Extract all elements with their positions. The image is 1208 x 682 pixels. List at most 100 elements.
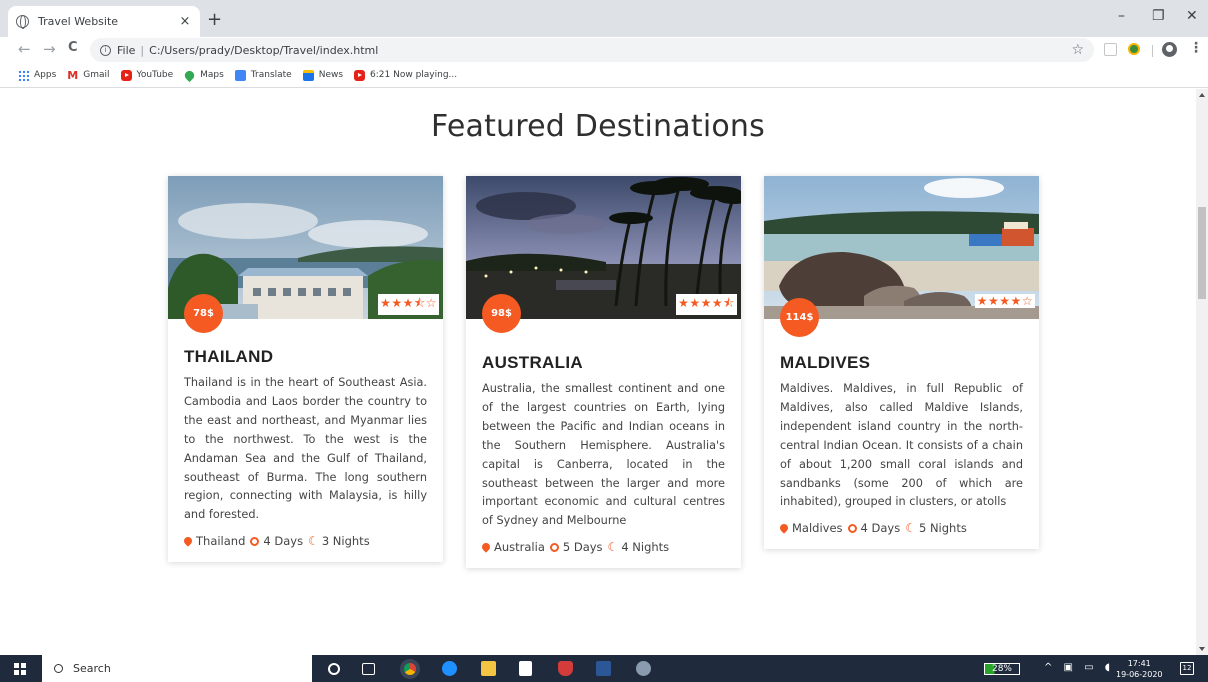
map-pin-icon <box>182 535 194 547</box>
bookmarks-bar: Apps M Gmail YouTube Maps Translate News … <box>0 63 1208 88</box>
browser-toolbar: ← → C i File | C:/Users/prady/Desktop/Tr… <box>0 37 1208 63</box>
word-icon[interactable] <box>596 661 611 676</box>
sun-icon <box>847 523 857 533</box>
toolbar-divider <box>1152 45 1153 57</box>
youtube-icon <box>120 69 132 81</box>
taskbar-clock[interactable]: 17:41 19-06-2020 <box>1116 658 1163 680</box>
clock-date: 19-06-2020 <box>1116 670 1163 679</box>
destination-description: Australia, the smallest continent and on… <box>482 382 725 528</box>
destination-card-thailand[interactable]: 78$ ★★★⯪☆ THAILAND Thailand is in the he… <box>168 176 443 563</box>
windows-taskbar: Search 28% ^ ▣ ▭ ◖ 17:41 19-06-2020 12 <box>0 655 1208 682</box>
bookmark-label: Maps <box>200 70 224 80</box>
nights-label: 3 Nights <box>321 534 370 549</box>
trip-details: Australia 5 Days ☾ 4 Nights <box>480 540 725 555</box>
bookmark-label: Gmail <box>83 70 110 80</box>
task-view-icon[interactable] <box>362 663 375 675</box>
globe-icon <box>16 15 29 29</box>
destination-name: MALDIVES <box>780 353 871 372</box>
extension-globe-icon[interactable] <box>1128 43 1140 55</box>
bookmark-label: 6:21 Now playing... <box>370 70 458 80</box>
new-tab-button[interactable]: + <box>207 9 222 30</box>
destination-name: THAILAND <box>184 347 274 366</box>
window-close-button[interactable]: ✕ <box>1186 8 1198 24</box>
clock-time: 17:41 <box>1127 659 1151 668</box>
page-scrollbar[interactable] <box>1196 89 1208 655</box>
scroll-up-icon[interactable] <box>1199 93 1205 97</box>
moon-icon: ☾ <box>308 534 319 549</box>
destination-card-australia[interactable]: 98$ ★★★★⯪ AUSTRALIA Australia, the small… <box>466 176 741 569</box>
store-icon[interactable] <box>519 661 532 676</box>
trip-details: Thailand 4 Days ☾ 3 Nights <box>182 534 427 549</box>
news-icon <box>302 69 314 81</box>
days-label: 4 Days <box>860 521 901 536</box>
tab-close-button[interactable]: × <box>178 14 192 29</box>
edge-icon[interactable] <box>442 661 457 676</box>
url-scheme: File <box>117 43 136 57</box>
bookmark-apps[interactable]: Apps <box>18 69 57 81</box>
battery-indicator[interactable]: 28% <box>984 663 1020 675</box>
apps-grid-icon <box>18 69 29 81</box>
window-restore-button[interactable]: ❐ <box>1152 8 1165 24</box>
page-viewport: Featured Destinations 78$ ★★★⯪☆ THAILAND… <box>0 89 1196 655</box>
cortana-icon[interactable] <box>328 663 340 675</box>
back-button[interactable]: ← <box>18 40 31 58</box>
bookmark-translate[interactable]: Translate <box>234 69 292 81</box>
destination-name: AUSTRALIA <box>482 353 583 372</box>
bookmark-youtube[interactable]: YouTube <box>120 69 174 81</box>
browser-tab-bar: Travel Website × + – ❐ ✕ <box>0 0 1208 37</box>
destination-card-maldives[interactable]: 114$ ★★★★☆ MALDIVES Maldives. Maldives, … <box>764 176 1039 550</box>
destination-description: Maldives. Maldives, in full Republic of … <box>780 382 1023 509</box>
search-label: Search <box>73 662 111 675</box>
tab-title: Travel Website <box>38 15 119 28</box>
url-path: C:/Users/prady/Desktop/Travel/index.html <box>149 43 379 57</box>
chrome-icon[interactable] <box>400 659 420 679</box>
forward-button[interactable]: → <box>43 40 56 58</box>
bookmark-label: Translate <box>250 70 292 80</box>
bookmark-maps[interactable]: Maps <box>183 68 224 82</box>
map-pin-icon <box>480 541 492 553</box>
reload-button[interactable]: C <box>68 40 78 55</box>
bookmark-star-icon[interactable]: ☆ <box>1071 42 1084 58</box>
location-label: Australia <box>494 540 545 555</box>
windows-start-icon[interactable] <box>14 663 26 675</box>
rating-stars: ★★★★☆ <box>974 294 1035 308</box>
moon-icon: ☾ <box>905 521 916 536</box>
nights-label: 4 Nights <box>621 540 670 555</box>
price-badge: 114$ <box>780 298 819 337</box>
translate-icon <box>234 69 246 81</box>
bookmark-now-playing[interactable]: 6:21 Now playing... <box>354 69 458 81</box>
system-tray-icons[interactable]: ^ ▣ ▭ ◖ <box>1044 662 1114 673</box>
bookmark-news[interactable]: News <box>302 69 344 81</box>
browser-menu-button[interactable]: ⋮ <box>1189 40 1203 56</box>
notification-center-icon[interactable]: 12 <box>1180 662 1194 675</box>
days-label: 5 Days <box>562 540 603 555</box>
bookmark-label: Apps <box>34 70 57 80</box>
search-icon <box>54 664 63 673</box>
file-explorer-icon[interactable] <box>481 661 496 676</box>
scrollbar-thumb[interactable] <box>1198 207 1206 299</box>
address-bar[interactable]: i File | C:/Users/prady/Desktop/Travel/i… <box>90 38 1094 62</box>
trip-details: Maldives 4 Days ☾ 5 Nights <box>778 521 1023 536</box>
scroll-down-icon[interactable] <box>1199 647 1205 651</box>
youtube-icon <box>354 69 366 81</box>
profile-avatar-icon[interactable] <box>1162 42 1177 57</box>
taskbar-search-box[interactable]: Search <box>42 655 312 682</box>
extension-icon[interactable] <box>1104 43 1117 56</box>
bookmark-label: YouTube <box>136 70 174 80</box>
price-badge: 98$ <box>482 294 521 333</box>
sun-icon <box>250 536 260 546</box>
destination-description: Thailand is in the heart of Southeast As… <box>184 376 427 522</box>
rating-stars: ★★★⯪☆ <box>378 294 439 315</box>
nights-label: 5 Nights <box>918 521 967 536</box>
bookmark-gmail[interactable]: M Gmail <box>67 70 109 81</box>
price-badge: 78$ <box>184 294 223 333</box>
browser-tab[interactable]: Travel Website × <box>8 6 200 37</box>
url-separator: | <box>140 43 145 57</box>
map-pin-icon <box>778 522 790 535</box>
paint-icon[interactable] <box>636 661 651 676</box>
mcafee-icon[interactable] <box>558 661 573 676</box>
info-icon[interactable]: i <box>100 44 111 56</box>
bookmark-label: News <box>318 70 344 80</box>
window-minimize-button[interactable]: – <box>1118 8 1125 24</box>
maps-icon <box>183 68 197 82</box>
